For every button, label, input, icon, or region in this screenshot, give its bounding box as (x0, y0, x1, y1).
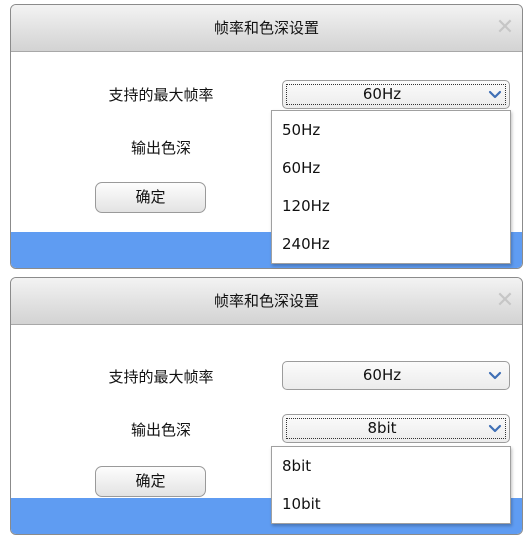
frame-rate-select[interactable]: 60Hz (282, 361, 510, 390)
ok-button[interactable]: 确定 (95, 466, 206, 497)
frame-rate-value: 60Hz (362, 366, 402, 384)
dropdown-option-10bit[interactable]: 10bit (272, 485, 510, 523)
color-depth-select[interactable]: 8bit (282, 414, 510, 443)
dropdown-option-120hz[interactable]: 120Hz (272, 187, 510, 225)
ok-button[interactable]: 确定 (95, 182, 206, 213)
chevron-down-icon (488, 90, 502, 99)
dialog-title: 帧率和色深设置 (213, 19, 319, 37)
title-bar: 帧率和色深设置 ✕ (11, 5, 522, 52)
frame-rate-value: 60Hz (362, 85, 402, 103)
dropdown-option-240hz[interactable]: 240Hz (272, 225, 510, 263)
frame-rate-select[interactable]: 60Hz (282, 80, 510, 109)
frame-rate-label: 支持的最大帧率 (108, 86, 214, 104)
color-depth-label: 输出色深 (130, 421, 191, 439)
dropdown-option-50hz[interactable]: 50Hz (272, 111, 510, 149)
dropdown-option-8bit[interactable]: 8bit (272, 447, 510, 485)
chevron-down-icon (488, 424, 502, 433)
close-icon[interactable]: ✕ (494, 17, 516, 39)
color-depth-label: 输出色深 (130, 139, 191, 157)
dialog-title: 帧率和色深设置 (213, 292, 319, 310)
color-depth-dropdown: 8bit 10bit (271, 446, 511, 524)
chevron-down-icon (488, 371, 502, 380)
frame-rate-label: 支持的最大帧率 (108, 368, 214, 386)
dropdown-option-60hz[interactable]: 60Hz (272, 149, 510, 187)
title-bar: 帧率和色深设置 ✕ (11, 278, 522, 325)
color-depth-value: 8bit (367, 419, 397, 437)
frame-rate-dropdown: 50Hz 60Hz 120Hz 240Hz (271, 110, 511, 264)
close-icon[interactable]: ✕ (494, 290, 516, 312)
